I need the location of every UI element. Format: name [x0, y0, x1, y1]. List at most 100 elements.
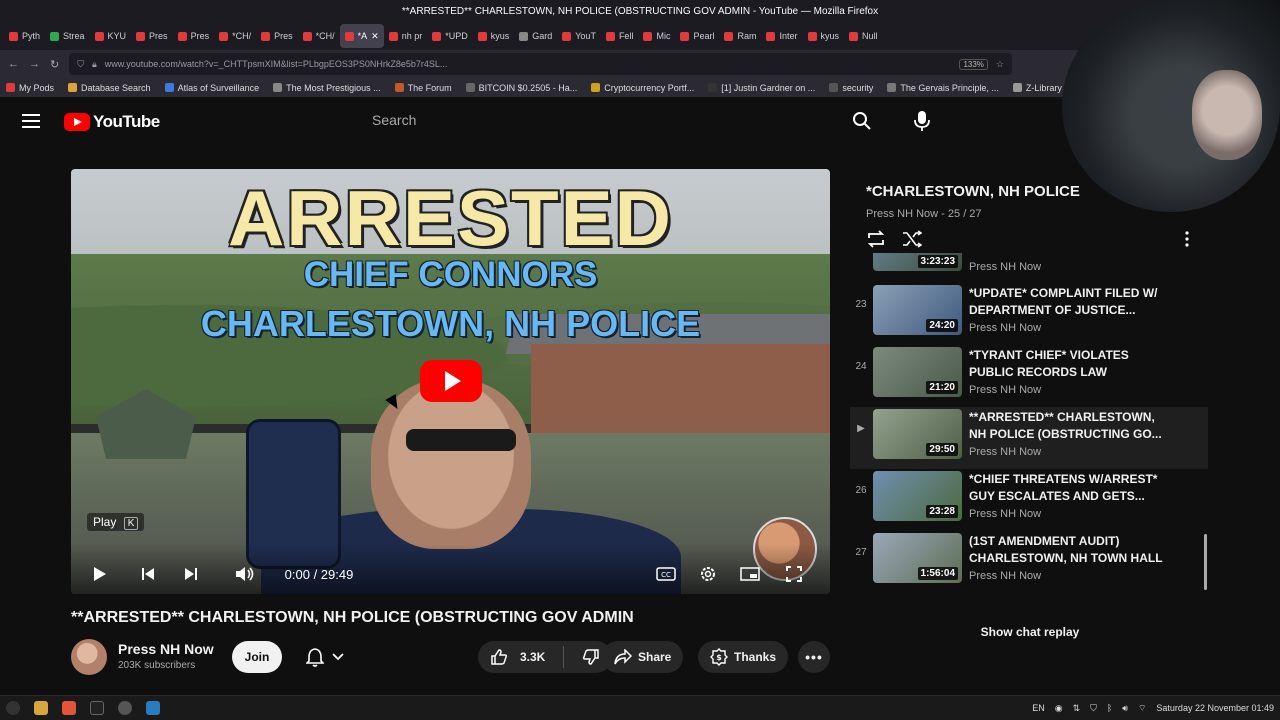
tab-label: KYU	[107, 31, 127, 41]
bookmark-item[interactable]: security	[829, 83, 873, 93]
browser-tab[interactable]: Null	[844, 24, 883, 48]
url-bar[interactable]: ⛉ 🔒︎ www.youtube.com/watch?v=_CHTTpsmXIM…	[69, 53, 1012, 75]
bookmark-item[interactable]: BITCOIN $0.2505 - Ha...	[465, 83, 577, 93]
search-icon[interactable]	[848, 108, 876, 134]
browser-tab[interactable]: Mic	[638, 24, 675, 48]
join-button[interactable]: Join	[232, 641, 282, 673]
playlist-scrollbar[interactable]	[1204, 534, 1207, 590]
show-chat-replay-button[interactable]: Show chat replay	[850, 625, 1210, 639]
bookmark-item[interactable]: My Pods	[6, 83, 54, 93]
tray-wifi-icon[interactable]: ⌔	[1138, 703, 1146, 714]
browser-tab[interactable]: nh pr	[384, 24, 428, 48]
fullscreen-icon[interactable]	[783, 564, 805, 584]
browser-tab[interactable]: Fell	[601, 24, 639, 48]
bookmark-favicon-icon	[708, 83, 718, 92]
playlist-item[interactable]: 24 21:20 *TYRANT CHIEF* VIOLATES PUBLIC RE…	[850, 345, 1208, 407]
browser-tab[interactable]: kyus	[803, 24, 845, 48]
tray-shield-icon[interactable]: ⛉	[1090, 703, 1097, 714]
tab-favicon-icon	[643, 31, 653, 41]
clock[interactable]: Saturday 22 November 01:49	[1156, 703, 1274, 713]
share-button[interactable]: Share	[602, 641, 684, 673]
youtube-logo[interactable]: YouTube	[64, 112, 160, 132]
playlist-item[interactable]: 27 1:56:04 (1ST AMENDMENT AUDIT) CHARLESTO…	[850, 531, 1208, 593]
browser-tab[interactable]: *UPD	[427, 24, 473, 48]
browser-tab[interactable]: Pres	[256, 24, 298, 48]
tab-favicon-icon	[219, 31, 229, 41]
playlist-menu-icon[interactable]	[1184, 231, 1190, 252]
volume-icon[interactable]	[233, 564, 257, 584]
bookmark-item[interactable]: The Gervais Principle, ...	[887, 83, 999, 93]
tray-volume-icon[interactable]: 🔊︎	[1122, 703, 1128, 714]
playlist-title[interactable]: *CHARLESTOWN, NH POLICE	[866, 183, 1098, 200]
tab-favicon-icon	[302, 31, 312, 41]
tab-close-icon[interactable]: ✕	[371, 31, 379, 42]
webcam-overlay	[1062, 0, 1280, 212]
browser-tab[interactable]: *CH/	[298, 24, 340, 48]
browser-tab[interactable]: KYU	[90, 24, 132, 48]
bookmark-item[interactable]: [1] Justin Gardner on ...	[708, 83, 815, 93]
playlist-item[interactable]: 26 23:28 *CHIEF THREATENS W/ARREST* GUY ES…	[850, 469, 1208, 531]
thanks-button[interactable]: $ Thanks	[698, 641, 789, 673]
browser-tab[interactable]: Strea	[45, 24, 90, 48]
tray-app-icon[interactable]: ◉	[1055, 703, 1063, 714]
loop-icon[interactable]	[866, 230, 886, 248]
microphone-icon[interactable]	[908, 108, 936, 134]
file-manager-icon[interactable]	[34, 701, 48, 715]
play-icon[interactable]	[89, 564, 111, 584]
next-icon[interactable]	[180, 564, 202, 584]
bookmark-item[interactable]: Cryptocurrency Portf...	[591, 83, 694, 93]
big-play-button[interactable]	[420, 360, 482, 402]
webcam-person	[1192, 70, 1262, 160]
browser-tab[interactable]: Ram	[719, 24, 761, 48]
back-icon[interactable]: ←	[8, 58, 19, 70]
bookmark-item[interactable]: The Most Prestigious ...	[273, 83, 381, 93]
browser-tab[interactable]: Pres	[131, 24, 173, 48]
tray-bluetooth-icon[interactable]: ᛒ	[1107, 703, 1112, 713]
browser-tab[interactable]: *A ✕	[339, 24, 384, 48]
playlist-item-current[interactable]: ▶ 29:50 **ARRESTED** CHARLESTOWN, NH POLIC…	[850, 407, 1208, 469]
terminal-icon[interactable]	[90, 701, 104, 715]
tab-label: Mic	[656, 31, 671, 41]
settings-icon[interactable]	[118, 701, 132, 715]
app-icon[interactable]	[146, 701, 160, 715]
like-button[interactable]: 3.3K	[478, 641, 613, 673]
browser-tab[interactable]: Pres	[173, 24, 215, 48]
keyboard-layout[interactable]: EN	[1032, 703, 1045, 713]
subscriber-count: 203K subscribers	[118, 660, 196, 671]
bookmark-item[interactable]: The Forum	[394, 83, 452, 93]
browser-tab[interactable]: Inter	[761, 24, 802, 48]
more-actions-button[interactable]: •••	[798, 641, 830, 673]
settings-gear-icon[interactable]	[697, 564, 719, 584]
browser-tab[interactable]: Pearl	[675, 24, 719, 48]
shuffle-icon[interactable]	[902, 230, 922, 248]
playlist-item-thumbnail: 3:23:23	[873, 253, 962, 271]
start-menu-icon[interactable]	[6, 701, 20, 715]
channel-avatar[interactable]	[71, 639, 107, 675]
playlist-item[interactable]: 23 24:20 *UPDATE* COMPLAINT FILED W/ DEPAR…	[850, 283, 1208, 345]
browser-tab[interactable]: YouT	[557, 24, 601, 48]
firefox-icon[interactable]	[62, 701, 76, 715]
tray-network-icon[interactable]: ⇅	[1073, 703, 1081, 714]
browser-tab[interactable]: kyus	[473, 24, 515, 48]
forward-icon[interactable]: →	[29, 58, 40, 70]
channel-name[interactable]: Press NH Now	[118, 641, 214, 657]
zoom-indicator[interactable]: 133%	[959, 58, 988, 70]
playlist-item-partial[interactable]: 3:23:23 Press NH Now	[850, 253, 1208, 273]
video-player[interactable]: ARRESTED CHIEF CONNORS CHARLESTOWN, NH P…	[71, 169, 830, 594]
playlist-item-channel: Press NH Now	[969, 508, 1042, 520]
miniplayer-icon[interactable]	[739, 564, 761, 584]
bookmark-item[interactable]: Database Search	[68, 83, 151, 93]
notification-bell-button[interactable]	[297, 641, 353, 673]
browser-tab[interactable]: *CH/	[214, 24, 256, 48]
browser-tab[interactable]: Gard	[514, 24, 557, 48]
bookmark-item[interactable]: Atlas of Surveillance	[164, 83, 259, 93]
bookmark-star-icon[interactable]: ☆	[996, 59, 1004, 70]
browser-tab[interactable]: Pyth	[4, 24, 45, 48]
reload-icon[interactable]: ↻	[50, 58, 59, 71]
previous-icon[interactable]	[137, 564, 159, 584]
search-input[interactable]: Search	[358, 106, 834, 134]
captions-icon[interactable]: CC	[655, 564, 677, 584]
shield-icon[interactable]: ⛉	[77, 59, 84, 70]
menu-icon[interactable]	[22, 114, 40, 128]
tab-favicon-icon	[388, 31, 398, 41]
